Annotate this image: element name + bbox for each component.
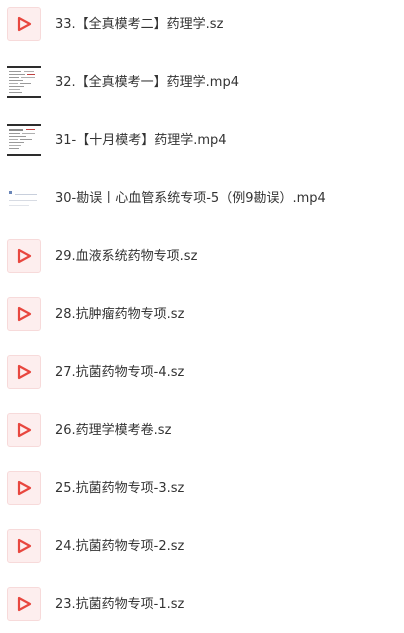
play-file-icon xyxy=(7,413,41,447)
play-file-icon xyxy=(7,297,41,331)
play-file-icon xyxy=(7,471,41,505)
file-name: 25.抗菌药物专项-3.sz xyxy=(55,481,185,496)
play-file-icon xyxy=(7,7,41,41)
file-list: 33.【全真模考二】药理学.sz 32.【全真模考一】药理学.mp4 31-【十… xyxy=(0,0,404,633)
list-item[interactable]: 29.血液系统药物专项.sz xyxy=(0,232,404,284)
list-item[interactable]: 28.抗肿瘤药物专项.sz xyxy=(0,290,404,342)
file-name: 27.抗菌药物专项-4.sz xyxy=(55,365,185,380)
file-name: 30-勘误丨心血管系统专项-5（例9勘误）.mp4 xyxy=(55,191,326,206)
file-name: 26.药理学模考卷.sz xyxy=(55,423,172,438)
list-item[interactable]: 24.抗菌药物专项-2.sz xyxy=(0,522,404,574)
video-thumbnail-icon xyxy=(7,181,41,215)
file-name: 29.血液系统药物专项.sz xyxy=(55,249,198,264)
list-item[interactable]: 31-【十月模考】药理学.mp4 xyxy=(0,116,404,168)
list-item[interactable]: 27.抗菌药物专项-4.sz xyxy=(0,348,404,400)
list-item[interactable]: 26.药理学模考卷.sz xyxy=(0,406,404,458)
play-file-icon xyxy=(7,529,41,563)
file-name: 23.抗菌药物专项-1.sz xyxy=(55,597,185,612)
list-item[interactable]: 25.抗菌药物专项-3.sz xyxy=(0,464,404,516)
file-name: 24.抗菌药物专项-2.sz xyxy=(55,539,185,554)
list-item[interactable]: 33.【全真模考二】药理学.sz xyxy=(0,0,404,52)
video-thumbnail-icon xyxy=(7,123,41,157)
play-file-icon xyxy=(7,355,41,389)
play-file-icon xyxy=(7,587,41,621)
list-item[interactable]: 30-勘误丨心血管系统专项-5（例9勘误）.mp4 xyxy=(0,174,404,226)
play-file-icon xyxy=(7,239,41,273)
file-name: 32.【全真模考一】药理学.mp4 xyxy=(55,75,239,90)
file-name: 31-【十月模考】药理学.mp4 xyxy=(55,133,227,148)
file-name: 28.抗肿瘤药物专项.sz xyxy=(55,307,185,322)
list-item[interactable]: 23.抗菌药物专项-1.sz xyxy=(0,580,404,632)
file-name: 33.【全真模考二】药理学.sz xyxy=(55,17,224,32)
video-thumbnail-icon xyxy=(7,65,41,99)
list-item[interactable]: 32.【全真模考一】药理学.mp4 xyxy=(0,58,404,110)
